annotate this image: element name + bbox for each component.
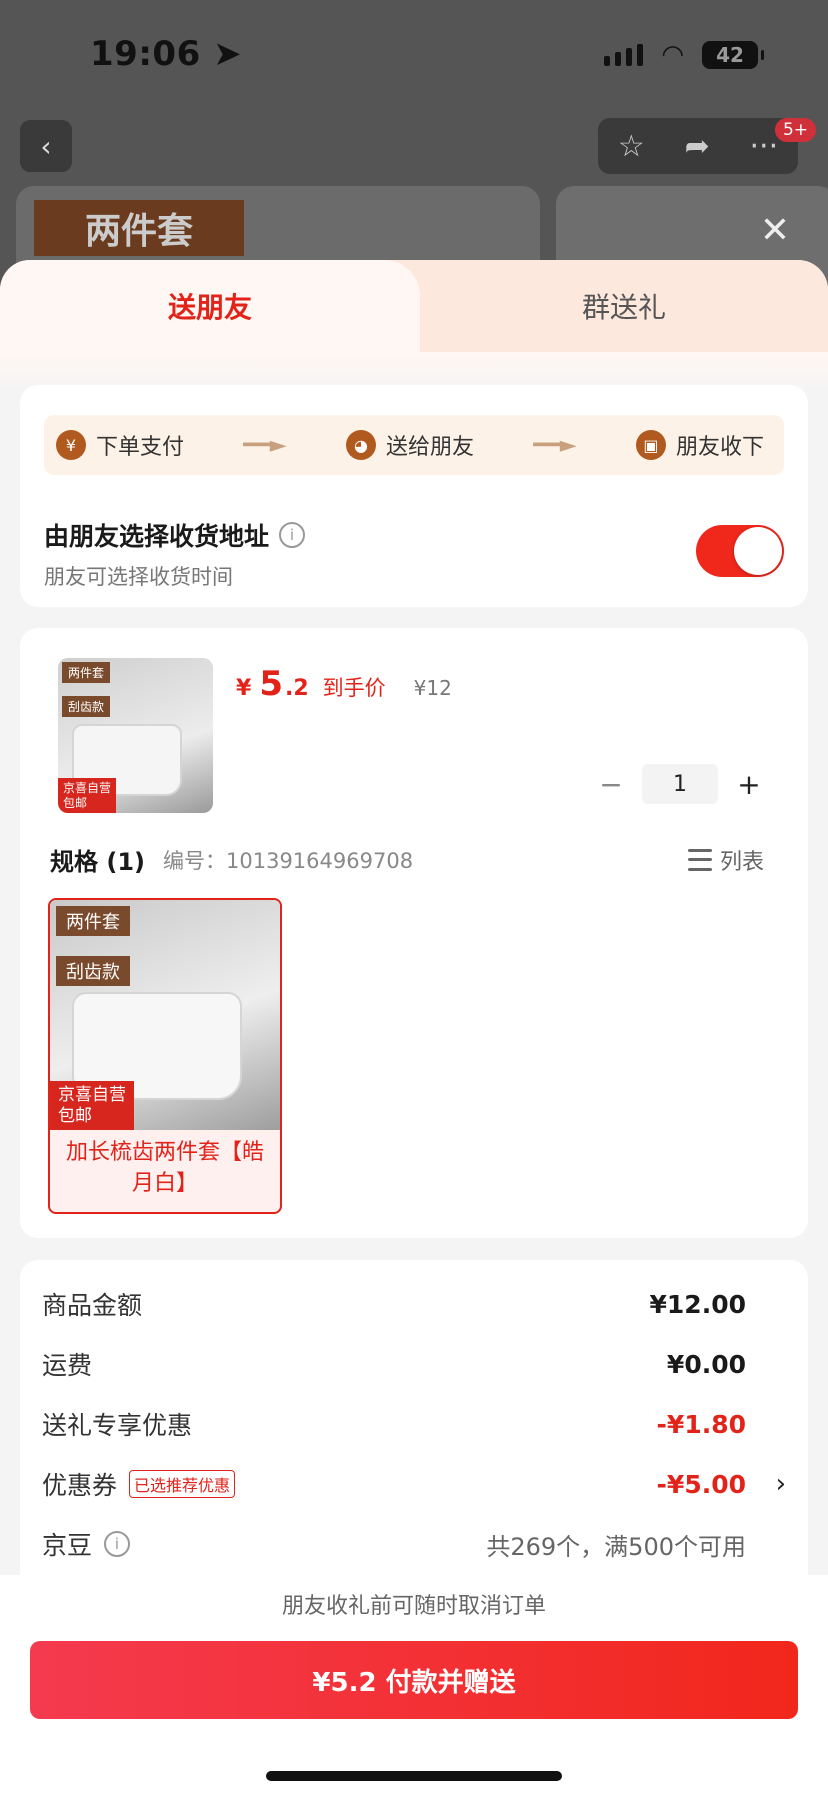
coupon-tag: 已选推荐优惠	[129, 1470, 236, 1498]
more-icon[interactable]: ···	[750, 129, 779, 164]
spec-header: 规格 (1) 编号：10139164969708 列表	[50, 842, 764, 877]
gift-icon: ▣	[635, 430, 666, 460]
wifi-icon: ◠	[661, 40, 684, 70]
flow-step-send: ◕ 送给朋友	[345, 429, 474, 461]
yen-icon: ¥	[56, 430, 86, 460]
flow-step-pay: ¥ 下单支付	[56, 429, 184, 461]
fee-row-shipping: 运费 ¥0.00	[42, 1349, 746, 1381]
flow-step-receive: ▣ 朋友收下	[635, 429, 764, 461]
spec-option-selected[interactable]: 两件套 刮齿款 京喜自营 包邮 加长梳齿两件套【皓月白】	[48, 898, 282, 1214]
pay-and-gift-button[interactable]: ¥5.2 付款并赠送	[30, 1641, 798, 1719]
quantity-input[interactable]: 1	[642, 764, 718, 804]
spec-option-name: 加长梳齿两件套【皓月白】	[65, 1140, 264, 1196]
top-actions: ☆ ➦ ···	[598, 118, 798, 174]
final-price-label: 到手价	[322, 676, 386, 700]
close-icon[interactable]: ✕	[760, 210, 790, 251]
tab-group-gift[interactable]: 群送礼	[420, 260, 828, 352]
list-view-button[interactable]: 列表	[687, 844, 764, 876]
bottom-bar: 朋友收礼前可随时取消订单 ¥5.2 付款并赠送	[0, 1575, 828, 1795]
info-icon[interactable]: i	[104, 1531, 131, 1557]
cancel-note: 朋友收礼前可随时取消订单	[0, 1575, 828, 1633]
address-title: 由朋友选择收货地址 i	[44, 517, 306, 553]
fee-row-goods: 商品金额 ¥12.00	[42, 1289, 746, 1321]
gift-flow-card: ¥ 下单支付 ━━► ◕ 送给朋友 ━━► ▣ 朋友收下 由朋友选择收货地址 i…	[20, 385, 808, 607]
product-thumbnail[interactable]: 两件套 刮齿款 京喜自营 包邮	[58, 658, 213, 813]
original-price: ¥12	[413, 676, 452, 700]
spec-badge: 京喜自营 包邮	[50, 1081, 134, 1130]
thumb-badge: 京喜自营 包邮	[58, 778, 117, 813]
list-icon	[687, 848, 712, 871]
fee-row-jingdou: 京豆 i 共269个，满500个可用	[42, 1531, 746, 1561]
info-icon[interactable]: i	[279, 522, 306, 548]
spec-option-image: 两件套 刮齿款 京喜自营 包邮	[50, 900, 280, 1130]
minus-button[interactable]: −	[596, 768, 626, 801]
share-icon[interactable]: ➦	[685, 129, 710, 164]
status-icons: ◠ 42	[604, 40, 764, 70]
product-code: 编号：10139164969708	[163, 848, 414, 873]
home-indicator	[266, 1771, 562, 1781]
tab-bar: 群送礼 送朋友	[0, 260, 828, 352]
fee-row-gift-discount: 送礼专享优惠 -¥1.80	[42, 1409, 746, 1441]
spec-label: 规格 (1)	[50, 848, 145, 876]
chevron-right-icon[interactable]: ›	[776, 1469, 786, 1499]
wechat-icon: ◕	[345, 430, 376, 460]
fee-row-coupon[interactable]: 优惠券 已选推荐优惠 -¥5.00 ›	[42, 1466, 786, 1502]
quantity-stepper: − 1 +	[596, 764, 764, 804]
tab-send-friend[interactable]: 送朋友	[0, 260, 420, 352]
background-product-tag: 两件套	[34, 200, 244, 256]
signal-icon	[604, 44, 644, 66]
address-toggle[interactable]	[696, 525, 784, 577]
status-bar: 19:06 ➤ ◠ 42	[0, 0, 828, 110]
back-button[interactable]: ‹	[20, 120, 72, 172]
arrow-icon: ━━►	[533, 432, 577, 458]
arrow-icon: ━━►	[243, 432, 287, 458]
background-app: 19:06 ➤ ◠ 42 ‹ ☆ ➦ ··· 5+ 两件套 ✕	[0, 0, 828, 336]
star-icon[interactable]: ☆	[618, 129, 645, 164]
message-badge: 5+	[774, 118, 816, 142]
gift-sheet: 群送礼 送朋友 ¥ 下单支付 ━━► ◕ 送给朋友 ━━► ▣ 朋友收下 由朋友…	[0, 260, 828, 1795]
price-row: ¥ 5 .2 到手价 ¥12	[236, 664, 452, 704]
status-time: 19:06 ➤	[90, 34, 243, 74]
address-subtitle: 朋友可选择收货时间	[44, 565, 233, 589]
gift-flow: ¥ 下单支付 ━━► ◕ 送给朋友 ━━► ▣ 朋友收下	[44, 415, 784, 475]
product-card: 两件套 刮齿款 京喜自营 包邮 ¥ 5 .2 到手价 ¥12 − 1 + 规格 (…	[20, 628, 808, 1238]
plus-button[interactable]: +	[734, 768, 764, 801]
battery-icon: 42	[702, 41, 764, 69]
